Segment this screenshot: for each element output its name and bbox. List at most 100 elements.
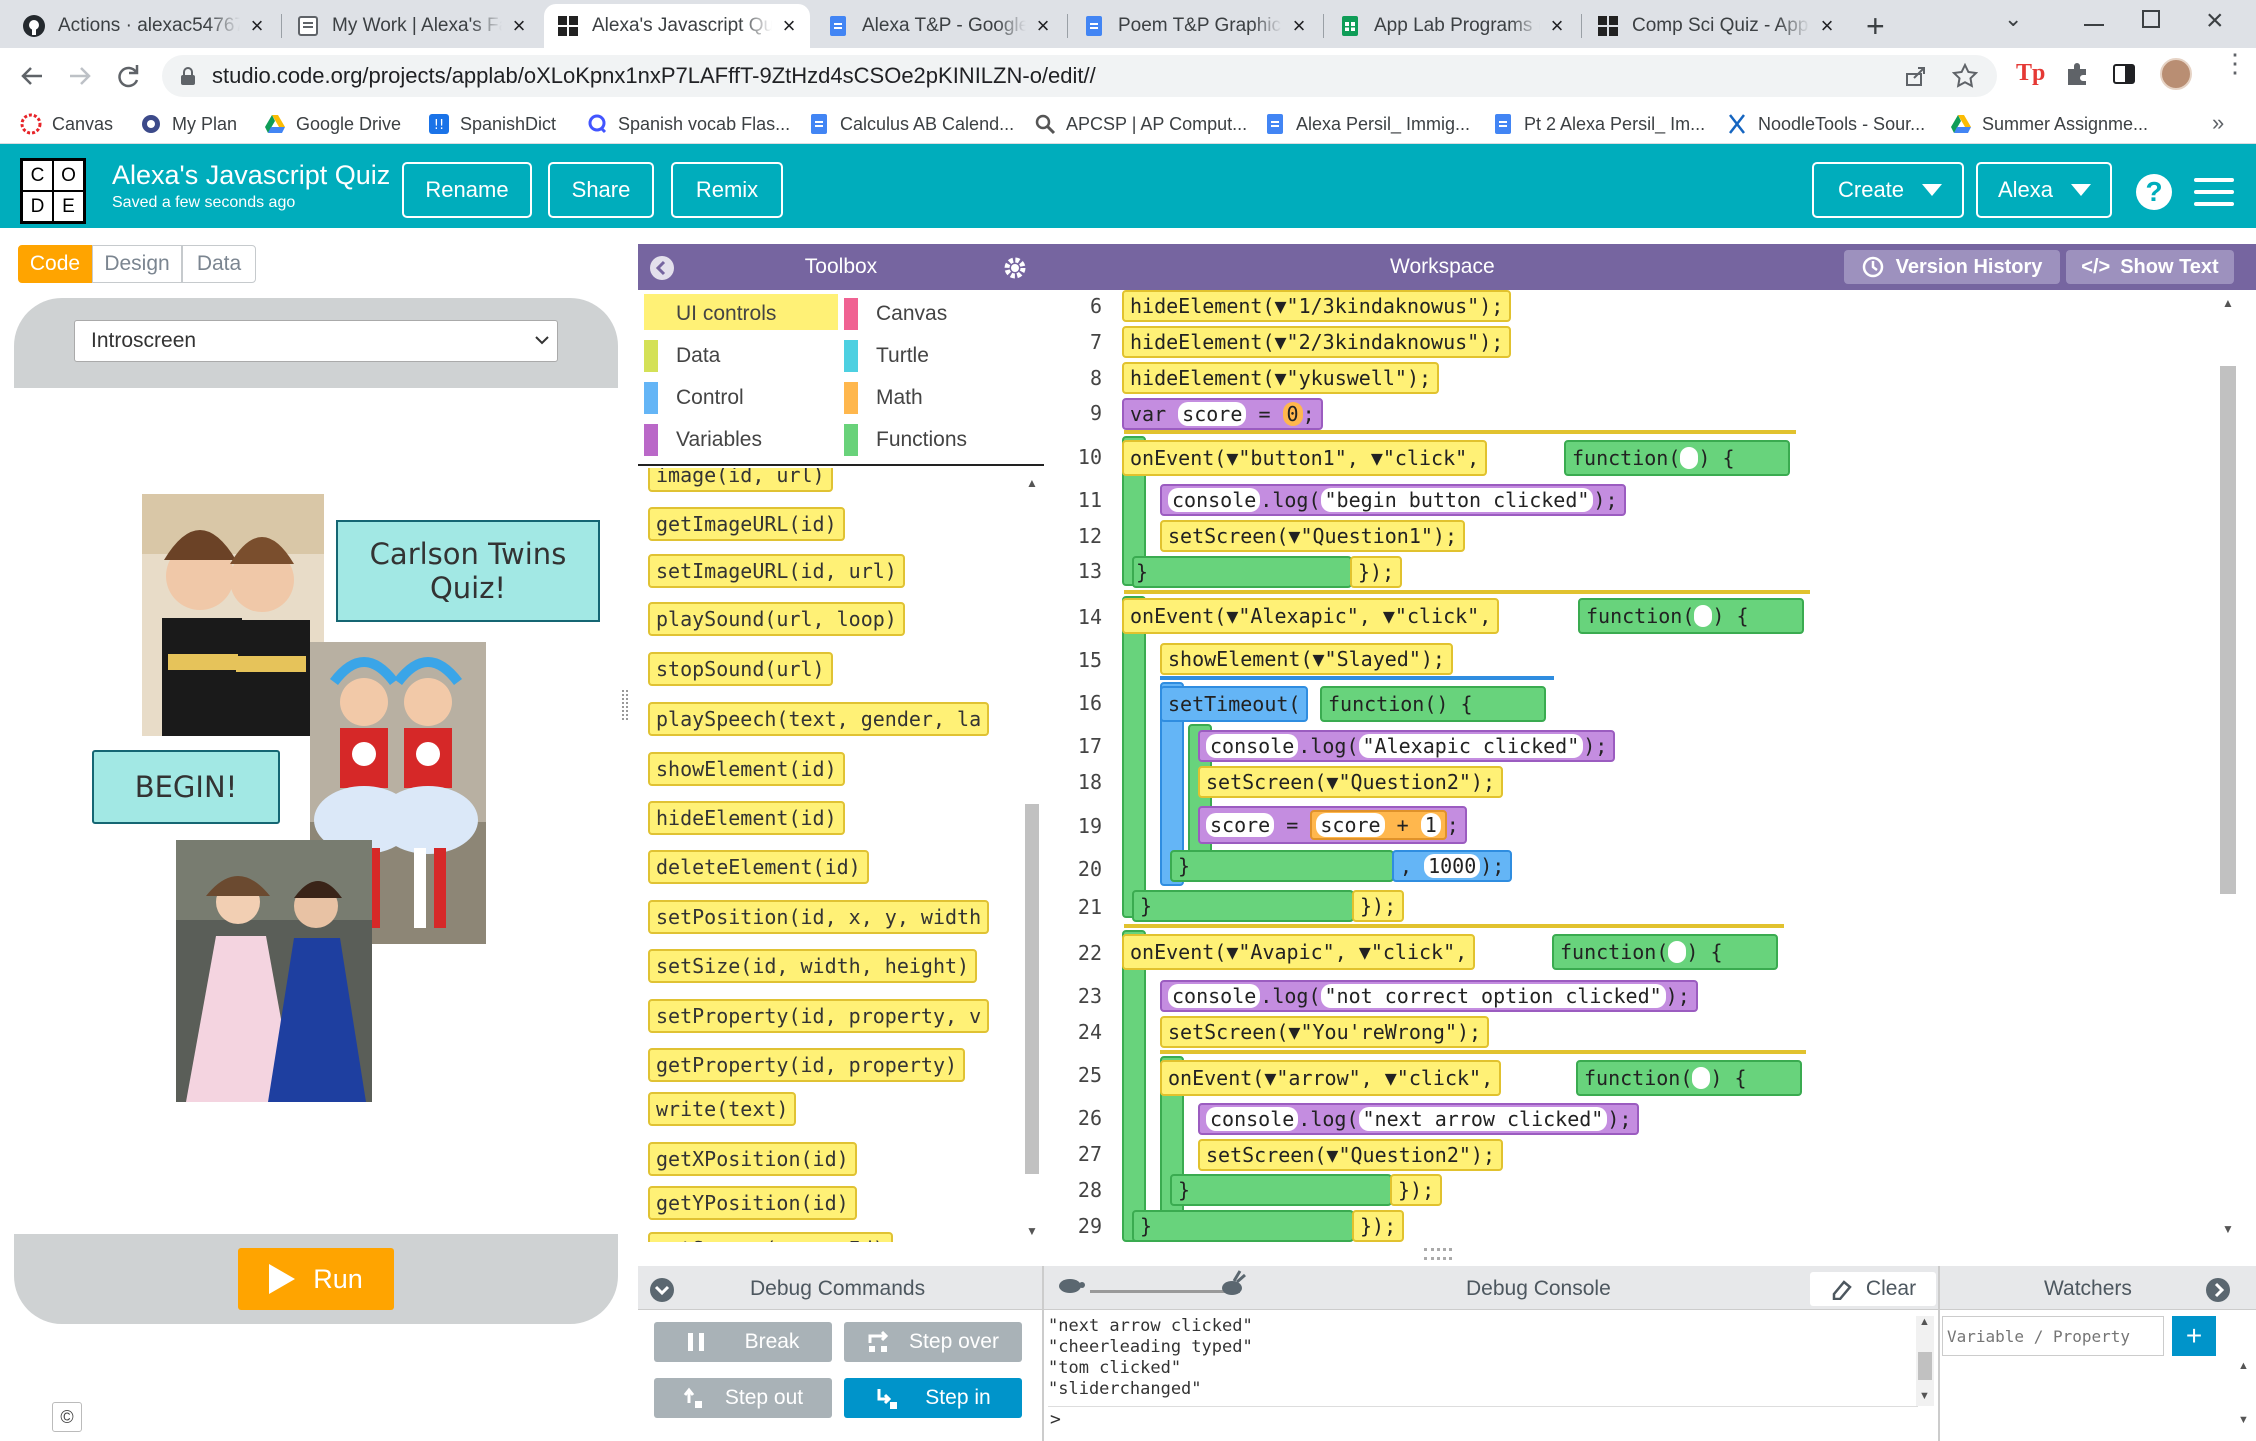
- browser-tab[interactable]: Alexa T&P - Google ×: [814, 4, 1064, 48]
- browser-menu-kebab-icon[interactable]: ⋮: [2222, 50, 2248, 76]
- close-icon[interactable]: ×: [1034, 13, 1052, 39]
- code-block-function[interactable]: function() {: [1320, 686, 1546, 722]
- step-over-button[interactable]: Step over: [844, 1322, 1022, 1362]
- toolbox-block[interactable]: deleteElement(id): [648, 850, 869, 884]
- lock-icon[interactable]: [178, 66, 198, 86]
- scroll-up-icon[interactable]: ▲: [1919, 1316, 1930, 1328]
- code-block-onevent-button1[interactable]: onEvent(▼"button1", ▼"click",: [1122, 440, 1488, 476]
- version-history-button[interactable]: Version History: [1844, 250, 2060, 284]
- workspace-scrollbar[interactable]: ▲ ▼: [2216, 290, 2240, 1242]
- toolbox-block[interactable]: setImageURL(id, url): [648, 554, 905, 588]
- collapse-toolbox-icon[interactable]: [650, 256, 674, 280]
- side-panel-icon[interactable]: [2112, 62, 2136, 86]
- share-page-icon[interactable]: [1904, 64, 1928, 88]
- toolbox-block[interactable]: image(id, url): [648, 468, 833, 492]
- category-canvas[interactable]: Canvas: [844, 298, 947, 330]
- browser-tab[interactable]: Comp Sci Quiz - App ×: [1584, 4, 1848, 48]
- category-control[interactable]: Control: [644, 382, 744, 414]
- profile-avatar[interactable]: [2160, 58, 2192, 90]
- code-block-set-timeout[interactable]: setTimeout(: [1160, 686, 1309, 722]
- rabbit-fast-icon[interactable]: [1218, 1270, 1248, 1298]
- rename-button[interactable]: Rename: [402, 162, 532, 218]
- browser-tab[interactable]: Actions · alexac54767 ×: [10, 4, 278, 48]
- close-icon[interactable]: ×: [1290, 13, 1308, 39]
- tab-design[interactable]: Design: [92, 245, 182, 283]
- reload-icon[interactable]: [114, 62, 142, 90]
- bookmark-star-icon[interactable]: [1952, 63, 1978, 89]
- code-block-hide-element[interactable]: hideElement(▼"1/3kindaknowus");: [1122, 290, 1512, 322]
- code-block-console-log[interactable]: console .log("next arrow clicked");: [1198, 1103, 1640, 1135]
- user-menu-button[interactable]: Alexa: [1976, 162, 2112, 218]
- code-block-console-log[interactable]: console .log("begin button clicked");: [1160, 484, 1626, 516]
- bookmark-pt2[interactable]: Pt 2 Alexa Persil_ Im...: [1492, 110, 1705, 138]
- toolbox-block[interactable]: setScreen(screenId): [648, 1232, 893, 1242]
- toolbox-block[interactable]: stopSound(url): [648, 652, 833, 686]
- code-block-function[interactable]: function() {: [1552, 934, 1778, 970]
- run-button[interactable]: Run: [238, 1248, 394, 1310]
- code-block-set-screen[interactable]: setScreen(▼"Question2");: [1198, 1139, 1503, 1171]
- category-turtle[interactable]: Turtle: [844, 340, 929, 372]
- code-block-set-screen[interactable]: setScreen(▼"You'reWrong");: [1160, 1016, 1490, 1048]
- step-out-button[interactable]: Step out: [654, 1378, 832, 1418]
- pane-resize-handle[interactable]: [622, 690, 628, 720]
- browser-tab[interactable]: App Lab Programs (F ×: [1326, 4, 1578, 48]
- bookmark-noodletools[interactable]: NoodleTools - Sour...: [1726, 110, 1925, 138]
- scroll-up-icon[interactable]: ▲: [1026, 476, 1038, 490]
- code-block-hide-element[interactable]: hideElement(▼"ykuswell");: [1122, 362, 1440, 394]
- bookmark-spanish-vocab[interactable]: Spanish vocab Flas...: [586, 110, 790, 138]
- scroll-down-icon[interactable]: ▼: [1026, 1224, 1038, 1238]
- new-tab-plus-icon[interactable]: +: [1866, 8, 1885, 45]
- browser-tab[interactable]: My Work | Alexa's Fa ×: [284, 4, 540, 48]
- screen-select-dropdown[interactable]: Introscreen: [74, 320, 558, 362]
- twins-dress-photo[interactable]: [176, 840, 372, 1102]
- window-close-icon[interactable]: ×: [2206, 4, 2224, 38]
- bookmark-summer[interactable]: Summer Assignme...: [1950, 110, 2148, 138]
- url-field[interactable]: studio.code.org/projects/applab/oXLoKpnx…: [162, 55, 1997, 97]
- close-icon[interactable]: ×: [1548, 13, 1566, 39]
- code-block-hide-element[interactable]: hideElement(▼"2/3kindaknowus");: [1122, 326, 1512, 358]
- extensions-puzzle-icon[interactable]: [2064, 61, 2090, 87]
- code-block-timeout-delay[interactable]: , 1000);: [1392, 850, 1513, 882]
- bookmark-spanishdict[interactable]: !! SpanishDict: [428, 110, 556, 138]
- tab-search-chevron-icon[interactable]: ⌄: [2004, 6, 2022, 32]
- watchers-scroll-down-icon[interactable]: ▼: [2238, 1414, 2249, 1426]
- help-icon[interactable]: ?: [2136, 174, 2172, 210]
- code-block-assign-score[interactable]: score = score + 1;: [1198, 806, 1467, 844]
- category-ui-controls[interactable]: UI controls: [644, 298, 776, 330]
- bookmark-my-plan[interactable]: My Plan: [140, 110, 237, 138]
- tab-code[interactable]: Code: [18, 245, 92, 283]
- toolbox-block[interactable]: playSpeech(text, gender, la: [648, 702, 990, 736]
- browser-tab[interactable]: Poem T&P Graphic C ×: [1070, 4, 1320, 48]
- twins-cheer-photo[interactable]: [142, 494, 324, 736]
- scroll-down-icon[interactable]: ▼: [1919, 1390, 1930, 1402]
- remix-button[interactable]: Remix: [671, 162, 783, 218]
- browser-tab-active[interactable]: Alexa's Javascript Qu ×: [544, 4, 810, 48]
- step-in-button[interactable]: Step in: [844, 1378, 1022, 1418]
- bookmark-google-drive[interactable]: Google Drive: [264, 110, 401, 138]
- collapse-watchers-icon[interactable]: [2206, 1278, 2230, 1302]
- console-input[interactable]: >: [1048, 1406, 1918, 1436]
- code-block-show-element[interactable]: showElement(▼"Slayed");: [1160, 643, 1453, 675]
- toolbox-block[interactable]: setProperty(id, property, v: [648, 999, 990, 1033]
- more-bookmarks-chevron-icon[interactable]: »: [2212, 110, 2224, 136]
- toolbox-block[interactable]: setPosition(id, x, y, width: [648, 900, 990, 934]
- scroll-thumb[interactable]: [2220, 366, 2236, 894]
- toolbox-block[interactable]: setSize(id, width, height): [648, 949, 978, 983]
- toolbox-block[interactable]: showElement(id): [648, 752, 845, 786]
- restore-icon[interactable]: [2142, 10, 2160, 28]
- bookmark-canvas[interactable]: Canvas: [20, 110, 113, 138]
- code-block-var-score[interactable]: var score = 0;: [1122, 398, 1323, 430]
- code-block-set-screen[interactable]: setScreen(▼"Question1");: [1160, 520, 1465, 552]
- scroll-down-icon[interactable]: ▼: [2222, 1222, 2234, 1236]
- toolbox-scrollbar[interactable]: ▲ ▼: [1022, 474, 1042, 1240]
- share-button[interactable]: Share: [548, 162, 654, 218]
- close-icon[interactable]: ×: [1818, 13, 1836, 39]
- category-variables[interactable]: Variables: [644, 424, 762, 456]
- add-watch-button[interactable]: +: [2172, 1316, 2216, 1356]
- code-block-onevent-arrow[interactable]: onEvent(▼"arrow", ▼"click",: [1160, 1060, 1502, 1096]
- code-block-function[interactable]: function() {: [1576, 1060, 1802, 1096]
- toolbox-block[interactable]: getYPosition(id): [648, 1186, 857, 1220]
- bookmark-apcsp[interactable]: APCSP | AP Comput...: [1034, 110, 1247, 138]
- clear-console-button[interactable]: Clear: [1810, 1272, 1936, 1306]
- toolbox-block[interactable]: getXPosition(id): [648, 1142, 857, 1176]
